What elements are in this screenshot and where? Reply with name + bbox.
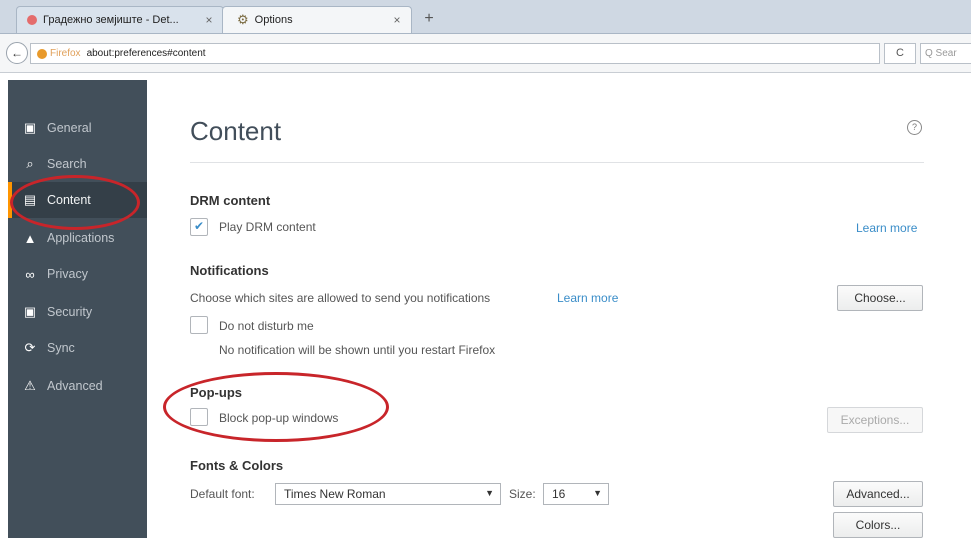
- block-popups-checkbox[interactable]: [190, 408, 208, 426]
- block-popups-label[interactable]: Block pop-up windows: [219, 411, 338, 425]
- play-drm-label[interactable]: Play DRM content: [219, 220, 316, 234]
- tab-article[interactable]: Градежно земјиште - Det... ×: [16, 6, 224, 33]
- sidebar-item-content[interactable]: ▤ Content: [8, 182, 147, 218]
- applications-icon: ▲: [23, 230, 37, 246]
- sidebar-item-label: Privacy: [47, 267, 88, 281]
- advanced-fonts-button[interactable]: Advanced...: [833, 481, 923, 507]
- default-font-label: Default font:: [190, 487, 255, 501]
- new-tab-button[interactable]: +: [418, 8, 440, 30]
- exceptions-button[interactable]: Exceptions...: [827, 407, 923, 433]
- notifications-learn-more-link[interactable]: Learn more: [557, 291, 618, 305]
- sidebar-item-label: Sync: [47, 341, 75, 355]
- page-title: Content: [190, 116, 282, 146]
- notifications-heading: Notifications: [190, 263, 269, 278]
- security-icon: ▣: [23, 304, 37, 319]
- tab-close-icon[interactable]: ×: [389, 13, 405, 27]
- colors-button[interactable]: Colors...: [833, 512, 923, 538]
- sidebar-item-general[interactable]: ▣ General: [8, 110, 147, 146]
- tab-title: Градежно земјиште - Det...: [43, 14, 179, 26]
- privacy-icon: ∞: [25, 266, 35, 282]
- drm-learn-more-link[interactable]: Learn more: [856, 221, 917, 235]
- identity-label: Firefox: [50, 48, 81, 59]
- tab-strip: Градежно земјиште - Det... × ⚙ Options ×…: [0, 0, 971, 34]
- divider: [190, 162, 924, 163]
- reload-button[interactable]: C: [884, 43, 916, 64]
- help-icon[interactable]: ?: [907, 120, 922, 135]
- sidebar-item-label: General: [47, 121, 92, 135]
- content-icon: ▤: [23, 192, 37, 207]
- do-not-disturb-note: No notification will be shown until you …: [219, 343, 496, 357]
- sidebar-item-label: Content: [47, 193, 91, 207]
- sidebar-item-applications[interactable]: ▲ Applications: [8, 220, 147, 256]
- do-not-disturb-checkbox[interactable]: [190, 316, 208, 334]
- notifications-description: Choose which sites are allowed to send y…: [190, 291, 491, 305]
- tab-close-icon[interactable]: ×: [201, 13, 217, 27]
- tab-options[interactable]: ⚙ Options ×: [222, 6, 412, 33]
- popups-heading: Pop-ups: [190, 385, 242, 400]
- sidebar-item-label: Security: [47, 305, 93, 319]
- general-icon: ▣: [23, 120, 37, 135]
- advanced-icon: ⚠: [24, 378, 36, 393]
- sidebar-item-label: Advanced: [47, 379, 103, 393]
- navigation-bar: ← Firefox about:preferences#content C Q …: [0, 34, 971, 73]
- sidebar-item-search[interactable]: ⌕ Search: [8, 146, 147, 182]
- tab-title: Options: [254, 14, 293, 26]
- sync-icon: ⟳: [24, 340, 36, 355]
- font-size-value: 16: [552, 487, 566, 501]
- font-size-select[interactable]: 16 ▼: [543, 483, 609, 505]
- back-button[interactable]: ←: [6, 42, 28, 64]
- play-drm-checkbox[interactable]: [190, 218, 208, 236]
- sidebar-item-label: Search: [47, 157, 87, 171]
- search-icon: ⌕: [26, 156, 34, 171]
- dropdown-arrow-icon: ▼: [593, 488, 602, 498]
- default-font-value: Times New Roman: [284, 487, 386, 501]
- fonts-colors-heading: Fonts & Colors: [190, 458, 284, 473]
- choose-button[interactable]: Choose...: [837, 285, 923, 311]
- sidebar-item-sync[interactable]: ⟳ Sync: [8, 330, 147, 366]
- sidebar-item-privacy[interactable]: ∞ Privacy: [8, 256, 147, 292]
- content-pane: Content ? DRM content Play DRM content L…: [147, 80, 971, 538]
- drm-heading: DRM content: [190, 193, 271, 208]
- sidebar-item-label: Applications: [47, 231, 115, 245]
- url-bar[interactable]: Firefox about:preferences#content: [30, 43, 880, 64]
- url-text[interactable]: about:preferences#content: [87, 48, 206, 59]
- sidebar-item-security[interactable]: ▣ Security: [8, 294, 147, 330]
- default-font-select[interactable]: Times New Roman ▼: [275, 483, 501, 505]
- firefox-icon: [37, 48, 47, 59]
- site-favicon-icon: [27, 15, 37, 25]
- search-input[interactable]: Q Sear: [920, 43, 971, 64]
- preferences-sidebar: ▣ General ⌕ Search ▤ Content ▲ Applicati…: [8, 80, 147, 538]
- back-arrow-icon: ←: [11, 46, 23, 60]
- dropdown-arrow-icon: ▼: [485, 488, 494, 498]
- size-label: Size:: [509, 487, 536, 501]
- gear-icon: ⚙: [237, 12, 249, 27]
- do-not-disturb-label[interactable]: Do not disturb me: [219, 319, 314, 333]
- sidebar-item-advanced[interactable]: ⚠ Advanced: [8, 368, 147, 404]
